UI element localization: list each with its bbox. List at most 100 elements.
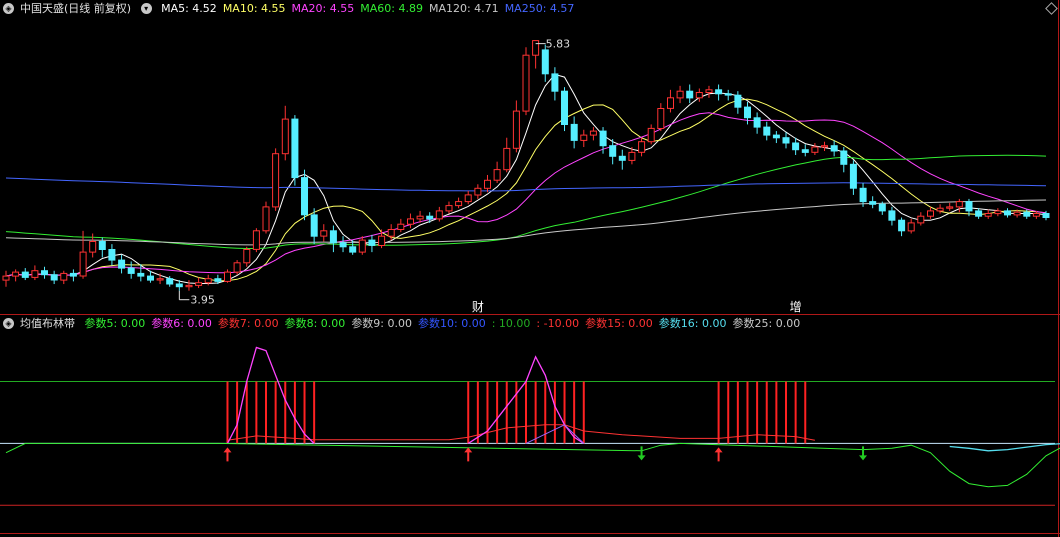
event-marker-0: 财 [472,300,484,314]
candle-body [695,92,703,99]
chart-settings-icon[interactable]: ◈ [3,2,14,14]
param-legend-6: : 10.00 [491,317,531,330]
candle-body [426,215,434,220]
candle-body [763,126,771,136]
indicator-title: 均值布林带 [20,317,75,330]
candle-body [1042,213,1050,218]
candle-body [609,145,617,157]
candle-body [262,206,270,232]
candle-body [782,137,790,144]
candle-body [166,278,174,285]
candle-body [435,210,443,220]
candle-body [484,179,491,189]
candle-body [686,90,694,99]
candle-body [580,134,588,141]
sell-arrow-icon [637,446,646,461]
candle-body [41,270,48,276]
ma-legend-5: MA250: 4.57 [504,2,575,15]
candle-body [214,278,222,282]
candle-body [984,213,992,217]
param-legend-2: 参数7: 0.00 [217,317,279,330]
green-curve [5,442,1060,488]
candle-body [185,284,193,288]
candle-body [772,134,780,139]
candle-body [137,272,145,277]
candle-body [936,207,944,212]
param-legend-1: 参数6: 0.00 [151,317,212,330]
candle-body [147,275,154,281]
candle-body [195,282,203,286]
param-legend-8: 参数15: 0.00 [585,317,653,330]
candle-body [2,275,10,281]
candle-body [917,215,925,224]
candle-body [724,93,732,96]
candle-body [416,215,424,220]
param-legend-9: 参数16: 0.00 [658,317,727,330]
candle-body [705,89,713,94]
ma-legend-0: MA5: 4.52 [161,2,217,15]
candle-body [955,201,963,208]
candle-body [522,54,530,112]
dropdown-icon[interactable]: ▾ [140,2,152,14]
candle-body [464,194,472,203]
param-legend-0: 参数5: 0.00 [84,317,146,330]
candle-body [965,201,973,212]
candle-body [830,145,838,152]
ma-legend-4: MA120: 4.71 [428,2,499,15]
candle-body [60,272,68,281]
param-legend-4: 参数9: 0.00 [351,317,413,330]
candle-body [1023,211,1031,217]
candle-body [21,271,29,278]
candle-body [98,241,106,250]
candle-body [734,94,742,108]
candle-body [667,97,674,109]
candle-body [811,146,819,153]
candle-body [493,169,501,181]
candle-body [512,110,520,149]
candle-body [744,106,751,119]
candle-body [676,90,684,99]
indicator-header: ◈ 均值布林带 参数5: 0.00 参数6: 0.00 参数7: 0.00 参数8: 0… [0,315,812,332]
candle-body [821,145,828,148]
candle-body [541,49,549,75]
candle-body [849,163,857,189]
candle-body [204,278,212,284]
candle-body [175,283,183,288]
candle-body [301,177,308,216]
candle-body [907,222,915,232]
candle-body [291,118,299,179]
candle-body [551,73,559,92]
signal-sticks [226,381,807,444]
candle-body [888,210,896,221]
candle-body [801,149,809,153]
candle-body [349,246,357,253]
ma-legend-2: MA20: 4.55 [291,2,355,15]
candle-body [31,270,39,278]
candle-body [329,230,337,244]
red-curve [227,424,815,441]
sell-arrow-icon [859,446,868,461]
indicator-params: 参数5: 0.00 参数6: 0.00 参数7: 0.00 参数8: 0.00 参数9:… [85,317,807,330]
buy-arrow-icon [464,447,473,462]
candle-body [310,214,318,237]
candle-body [927,210,934,217]
indicator-settings-icon[interactable]: ◈ [3,317,14,329]
candle-body [407,218,414,225]
ma-line-MA20 [5,112,1047,277]
candle-body [898,219,906,232]
low-label: 3.95 [190,294,215,307]
candle-body [792,142,800,151]
candle-body [339,242,347,248]
candle-body [358,239,366,253]
candle-body [638,141,646,153]
candle-body [1032,213,1040,217]
candle-body [12,271,20,277]
candle-body [118,259,126,269]
param-legend-7: : -10.00 [536,317,580,330]
high-label: 5.83 [546,38,571,51]
candle-body [156,278,164,281]
candle-body [233,262,241,273]
candle-body [252,230,260,250]
candle-body [69,272,77,277]
candle-body [599,130,607,147]
